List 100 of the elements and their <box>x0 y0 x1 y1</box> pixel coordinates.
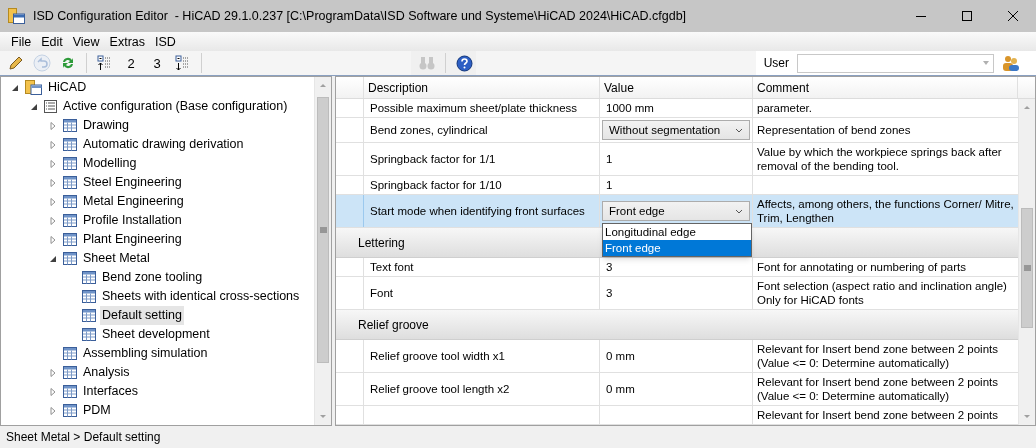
comment-cell-text: Value by which the workpiece springs back after removal of the bending tool. <box>757 145 1003 173</box>
tree-item[interactable]: Sheet development <box>100 325 212 344</box>
table-icon <box>82 271 96 284</box>
tree-item[interactable]: PDM <box>81 401 113 420</box>
table-icon <box>63 214 77 227</box>
table-icon <box>82 290 96 303</box>
description-cell: Font <box>370 286 393 300</box>
tree-item[interactable]: Automatic drawing derivation <box>81 135 246 154</box>
description-cell: Springback factor for 1/1 <box>370 152 496 166</box>
collapsed-arrow-icon[interactable] <box>49 159 57 168</box>
setting-row[interactable]: Relief groove tool length x2 0 mm Relevant for Insert bend zone between 2 points (Value <= 0: Determine automatically) <box>336 373 1018 406</box>
comment-cell: Representation of bend zones <box>757 123 911 137</box>
dropdown-arrow-icon <box>983 61 989 65</box>
tree-item[interactable]: Active configuration (Base configuration) <box>61 97 290 116</box>
tree-item[interactable]: Analysis <box>81 363 132 382</box>
table-icon <box>82 328 96 341</box>
setting-row[interactable]: Bend zones, cylindrical Without segmentation Representation of bend zones <box>336 118 1018 143</box>
chevron-down-icon <box>735 127 743 133</box>
column-header[interactable]: Comment <box>753 77 1018 98</box>
scrollbar-thumb[interactable] <box>317 97 329 363</box>
group-header[interactable]: Relief groove <box>336 310 1018 340</box>
tree-item[interactable]: Default setting <box>100 306 184 325</box>
table-icon <box>63 157 77 170</box>
description-cell: Relief groove tool length x2 <box>370 382 510 396</box>
value-cell-text: 1 <box>605 152 614 166</box>
comment-cell: Font selection (aspect ratio and inclination angle) Only for HiCAD fonts <box>757 279 1007 307</box>
description-cell: Springback factor for 1/10 <box>370 178 502 192</box>
description-cell: Possible maximum sheet/plate thickness <box>370 101 578 115</box>
table-icon <box>63 385 77 398</box>
tree-item[interactable]: Assembling simulation <box>81 344 210 363</box>
tree-item[interactable]: Plant Engineering <box>81 230 184 249</box>
table-icon <box>63 347 77 360</box>
table-icon <box>63 366 77 379</box>
description-cell: Bend zones, cylindrical <box>370 123 488 137</box>
scrollbar-thumb[interactable] <box>1021 208 1033 328</box>
description-cell: Relief groove tool width x1 <box>370 349 505 363</box>
setting-row[interactable]: Text font 3 Font for annotating or numbering of parts <box>336 258 1018 277</box>
app-icon <box>8 8 25 24</box>
chevron-down-icon <box>735 208 743 214</box>
level-button[interactable]: 2 <box>119 51 143 75</box>
level-button[interactable]: 3 <box>145 51 169 75</box>
scrollbar[interactable] <box>1018 99 1035 425</box>
setting-row[interactable]: Font 3 Font selection (aspect ratio and inclination angle) Only for HiCAD fonts <box>336 277 1018 310</box>
value-cell-text: 1000 mm <box>605 101 655 115</box>
tree-item[interactable]: Steel Engineering <box>81 173 184 192</box>
menu-item[interactable]: Edit <box>36 32 68 51</box>
window-title: ISD Configuration Editor - HiCAD 29.1.0.237 [C:\ProgramData\ISD Software und Systeme\HiCAD 2024\HiCAD.cfgdb] <box>33 7 687 25</box>
comment-cell: Font for annotating or numbering of parts <box>757 260 967 274</box>
users-icon[interactable] <box>1002 55 1020 71</box>
collapsed-arrow-icon[interactable] <box>49 216 57 225</box>
tree-item[interactable]: Metal Engineering <box>81 192 186 211</box>
collapsed-arrow-icon[interactable] <box>49 368 57 377</box>
collapsed-arrow-icon[interactable] <box>49 406 57 415</box>
comment-cell: Affects, among others, the functions Corner/ Mitre, Trim, Lengthen <box>757 197 1014 225</box>
table-icon <box>82 309 96 322</box>
value-dropdown[interactable]: Front edge <box>602 201 750 221</box>
table-icon <box>63 119 77 132</box>
column-header[interactable]: Description <box>364 77 600 98</box>
collapsed-arrow-icon[interactable] <box>49 387 57 396</box>
value-dropdown[interactable]: Without segmentation <box>602 120 750 140</box>
tree-item[interactable]: Drawing <box>81 116 131 135</box>
table-icon <box>63 138 77 151</box>
setting-row[interactable]: Springback factor for 1/10 1 <box>336 176 1018 195</box>
status-text: Sheet Metal > Default setting <box>6 429 161 446</box>
collapsed-arrow-icon[interactable] <box>49 197 57 206</box>
folder-icon <box>25 80 42 95</box>
setting-row[interactable]: Possible maximum sheet/plate thickness 1000 mm parameter. <box>336 99 1018 118</box>
dropdown-option[interactable]: Front edge <box>603 240 751 256</box>
table-icon <box>63 195 77 208</box>
collapsed-arrow-icon[interactable] <box>49 235 57 244</box>
collapsed-arrow-icon[interactable] <box>49 178 57 187</box>
menu-item[interactable]: Extras <box>104 32 150 51</box>
comment-cell: Relevant for Insert bend zone between 2 points <box>757 408 999 422</box>
expanded-arrow-icon[interactable] <box>49 254 57 263</box>
setting-row[interactable]: Relief groove tool width x1 0 mm Relevant for Insert bend zone between 2 points (Value <= 0: Determine automatically) <box>336 340 1018 373</box>
table-icon <box>63 252 77 265</box>
tree-item[interactable]: Profile Installation <box>81 211 184 230</box>
table-icon <box>63 233 77 246</box>
setting-row[interactable]: Springback factor for 1/1 1 Value by which the workpiece springs back after removal of the bending tool. <box>336 143 1018 176</box>
collapsed-arrow-icon[interactable] <box>49 121 57 130</box>
tree-item[interactable]: HiCAD <box>46 78 89 97</box>
menu-item[interactable]: ISD <box>150 32 181 51</box>
scrollbar[interactable] <box>314 77 331 425</box>
description-cell: Text font <box>370 260 414 274</box>
menu-item[interactable]: File <box>6 32 37 51</box>
menu-item[interactable]: View <box>67 32 105 51</box>
table-icon <box>63 404 77 417</box>
user-field[interactable] <box>797 53 994 73</box>
value-cell-text: 1 <box>605 178 614 192</box>
expanded-arrow-icon[interactable] <box>30 102 38 111</box>
tree-item[interactable]: Interfaces <box>81 382 140 401</box>
tree-item[interactable]: Sheet Metal <box>81 249 152 268</box>
expanded-arrow-icon[interactable] <box>11 83 19 92</box>
value-cell-text: 3 <box>605 260 614 274</box>
tree-item[interactable]: Bend zone tooling <box>100 268 205 287</box>
tree-item[interactable]: Modelling <box>81 154 139 173</box>
setting-row[interactable]: Relevant for Insert bend zone between 2 points <box>336 406 1018 425</box>
column-header[interactable]: Value <box>600 77 753 98</box>
tree-item[interactable]: Sheets with identical cross-sections <box>100 287 302 306</box>
collapsed-arrow-icon[interactable] <box>49 140 57 149</box>
